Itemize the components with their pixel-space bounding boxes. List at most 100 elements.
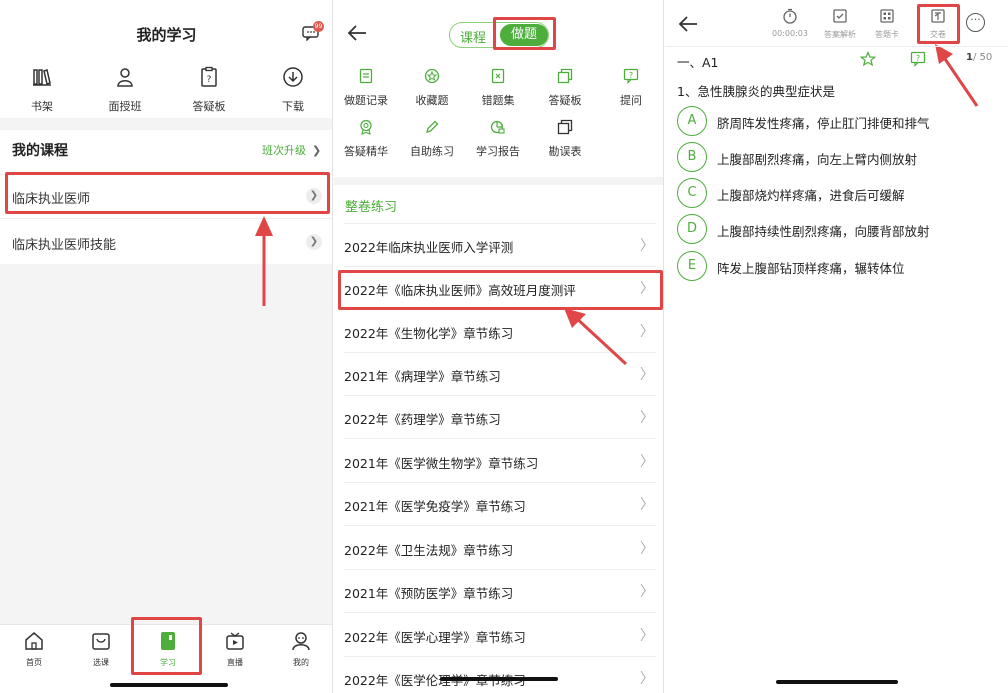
favorite-star-icon[interactable]	[860, 51, 876, 67]
grid-label: 答疑板	[548, 94, 582, 107]
svg-text:?: ?	[629, 71, 633, 80]
message-button[interactable]: 99	[302, 21, 324, 45]
paper-row[interactable]: 2022年《医学心理学》章节练习 〉	[344, 614, 656, 657]
option-a[interactable]: A 脐周阵发性疼痛，停止肛门排便和排气	[677, 106, 997, 136]
qa-board-icon: ?	[201, 66, 217, 87]
notification-badge: 99	[313, 21, 324, 32]
option-c[interactable]: C 上腹部烧灼样疼痛，进食后可缓解	[677, 178, 997, 208]
home-indicator	[440, 677, 558, 681]
chevron-right-icon: 〉	[640, 541, 654, 557]
paper-row[interactable]: 2022年临床执业医师入学评测 〉	[344, 224, 656, 267]
paper-title: 2021年《病理学》章节练习	[344, 369, 501, 384]
tab-courses[interactable]: 选课	[76, 631, 126, 668]
download-icon	[283, 67, 303, 87]
page-title: 我的学习	[136, 26, 197, 44]
highlight-box	[493, 17, 556, 50]
bookshelf-button[interactable]: 书架	[7, 66, 77, 114]
grid-item[interactable]: 自助练习	[402, 119, 462, 159]
record-icon	[359, 68, 373, 84]
answer-card-label: 答题卡	[875, 30, 899, 39]
divider	[665, 46, 1008, 47]
tab-course[interactable]: 课程	[460, 27, 486, 46]
grid-item[interactable]: 错题集	[468, 68, 528, 108]
grid-label: 自助练习	[410, 145, 454, 158]
timer-label: 00:00:03	[772, 29, 808, 38]
back-arrow-icon[interactable]	[346, 24, 368, 42]
grid-item[interactable]: 做题记录	[336, 68, 396, 108]
grid-item[interactable]: ? 提问	[601, 68, 661, 108]
tab-label: 首页	[26, 658, 42, 667]
option-key: B	[677, 142, 707, 172]
tab-mine[interactable]: 我的	[276, 631, 326, 668]
download-button[interactable]: 下载	[258, 66, 328, 114]
option-key: E	[677, 251, 707, 281]
paper-row[interactable]: 2022年《医学伦理学》章节练习〉	[344, 657, 656, 693]
paper-title: 2022年《医学心理学》章节练习	[344, 630, 526, 645]
section-title: 我的课程	[12, 143, 68, 159]
timer-button[interactable]: 00:00:03	[765, 8, 815, 38]
option-b[interactable]: B 上腹部剧烈疼痛，向左上臂内侧放射	[677, 142, 997, 172]
grid-item[interactable]: 学习报告	[468, 119, 528, 159]
pencil-icon	[426, 120, 439, 133]
chevron-right-icon: ❯	[306, 234, 322, 250]
class-upgrade-link[interactable]: 班次升级 ❯	[262, 142, 321, 158]
section-label: 一、A1	[677, 55, 719, 70]
grid-label: 提问	[620, 94, 642, 107]
option-d[interactable]: D 上腹部持续性剧烈疼痛，向腰背部放射	[677, 214, 997, 244]
face-class-button[interactable]: 面授班	[90, 66, 160, 114]
grid-label: 勘误表	[548, 145, 582, 158]
chevron-right-icon: ❯	[312, 144, 322, 157]
bookshelf-label: 书架	[31, 100, 53, 113]
page-indicator: 1/ 50	[966, 52, 992, 63]
paper-title: 2021年《预防医学》章节练习	[344, 586, 514, 601]
face-class-label: 面授班	[108, 100, 142, 113]
my-study-screen: 我的学习 99 书架 面授班 ? 答疑板 下载 我的课程 班次升级 ❯ 临床执业医…	[0, 0, 333, 693]
course-name: 临床执业医师技能	[12, 238, 117, 253]
grid-item[interactable]: 收藏题	[402, 68, 462, 108]
grid-label: 答疑精华	[344, 145, 388, 158]
ask-question-icon[interactable]: ?	[910, 51, 926, 67]
grid-item[interactable]: 答疑板	[535, 68, 595, 108]
paper-row[interactable]: 2021年《预防医学》章节练习 〉	[344, 570, 656, 613]
answer-analysis-button[interactable]: 答案解析	[815, 8, 865, 40]
course-row[interactable]: 临床执业医师技能 ❯	[0, 218, 332, 264]
home-icon	[25, 632, 43, 650]
exercise-screen: 课程 做题 做题记录 收藏题 错题集 答疑板 ? 提问 答疑精华 自助练习 学习…	[334, 0, 664, 693]
option-e[interactable]: E 阵发上腹部钻顶样疼痛，辗转体位	[677, 251, 997, 281]
paper-row[interactable]: 2021年《医学免疫学》章节练习 〉	[344, 483, 656, 526]
paper-row[interactable]: 2022年《卫生法规》章节练习 〉	[344, 527, 656, 570]
option-key: A	[677, 106, 707, 136]
paper-row[interactable]: 2021年《医学微生物学》章节练习 〉	[344, 440, 656, 483]
chevron-right-icon: 〉	[640, 497, 654, 513]
chevron-right-icon: 〉	[640, 584, 654, 600]
tab-label: 选课	[93, 658, 109, 667]
page-current: 1	[966, 52, 973, 63]
tab-live[interactable]: 直播	[210, 631, 260, 668]
grid-item[interactable]: 勘误表	[535, 119, 595, 159]
red-arrow-icon	[564, 308, 628, 366]
highlight-box	[338, 270, 663, 310]
class-upgrade-label: 班次升级	[262, 144, 306, 157]
timer-icon	[783, 8, 797, 24]
grid-label: 学习报告	[476, 145, 520, 158]
option-key: C	[677, 178, 707, 208]
chevron-right-icon: 〉	[640, 324, 654, 340]
highlight-box	[917, 4, 960, 44]
answer-card-button[interactable]: 答题卡	[862, 8, 912, 40]
question-icon: ?	[623, 68, 639, 84]
page-total: / 50	[972, 52, 993, 63]
paper-title: 2022年《卫生法规》章节练习	[344, 543, 514, 558]
question-text: 1、急性胰腺炎的典型症状是	[677, 84, 835, 99]
chevron-right-icon: 〉	[640, 238, 654, 254]
tab-home[interactable]: 首页	[9, 631, 59, 668]
paper-row[interactable]: 2022年《药理学》章节练习 〉	[344, 396, 656, 439]
back-arrow-icon[interactable]	[677, 15, 699, 33]
more-icon[interactable]: ···	[966, 13, 985, 32]
tab-label: 直播	[227, 658, 243, 667]
option-text: 阵发上腹部钻顶样疼痛，辗转体位	[717, 261, 905, 276]
answer-icon	[833, 9, 847, 23]
chevron-right-icon: 〉	[640, 410, 654, 426]
tv-icon	[226, 632, 244, 650]
qa-board-button[interactable]: ? 答疑板	[174, 66, 244, 114]
grid-item[interactable]: 答疑精华	[336, 119, 396, 159]
